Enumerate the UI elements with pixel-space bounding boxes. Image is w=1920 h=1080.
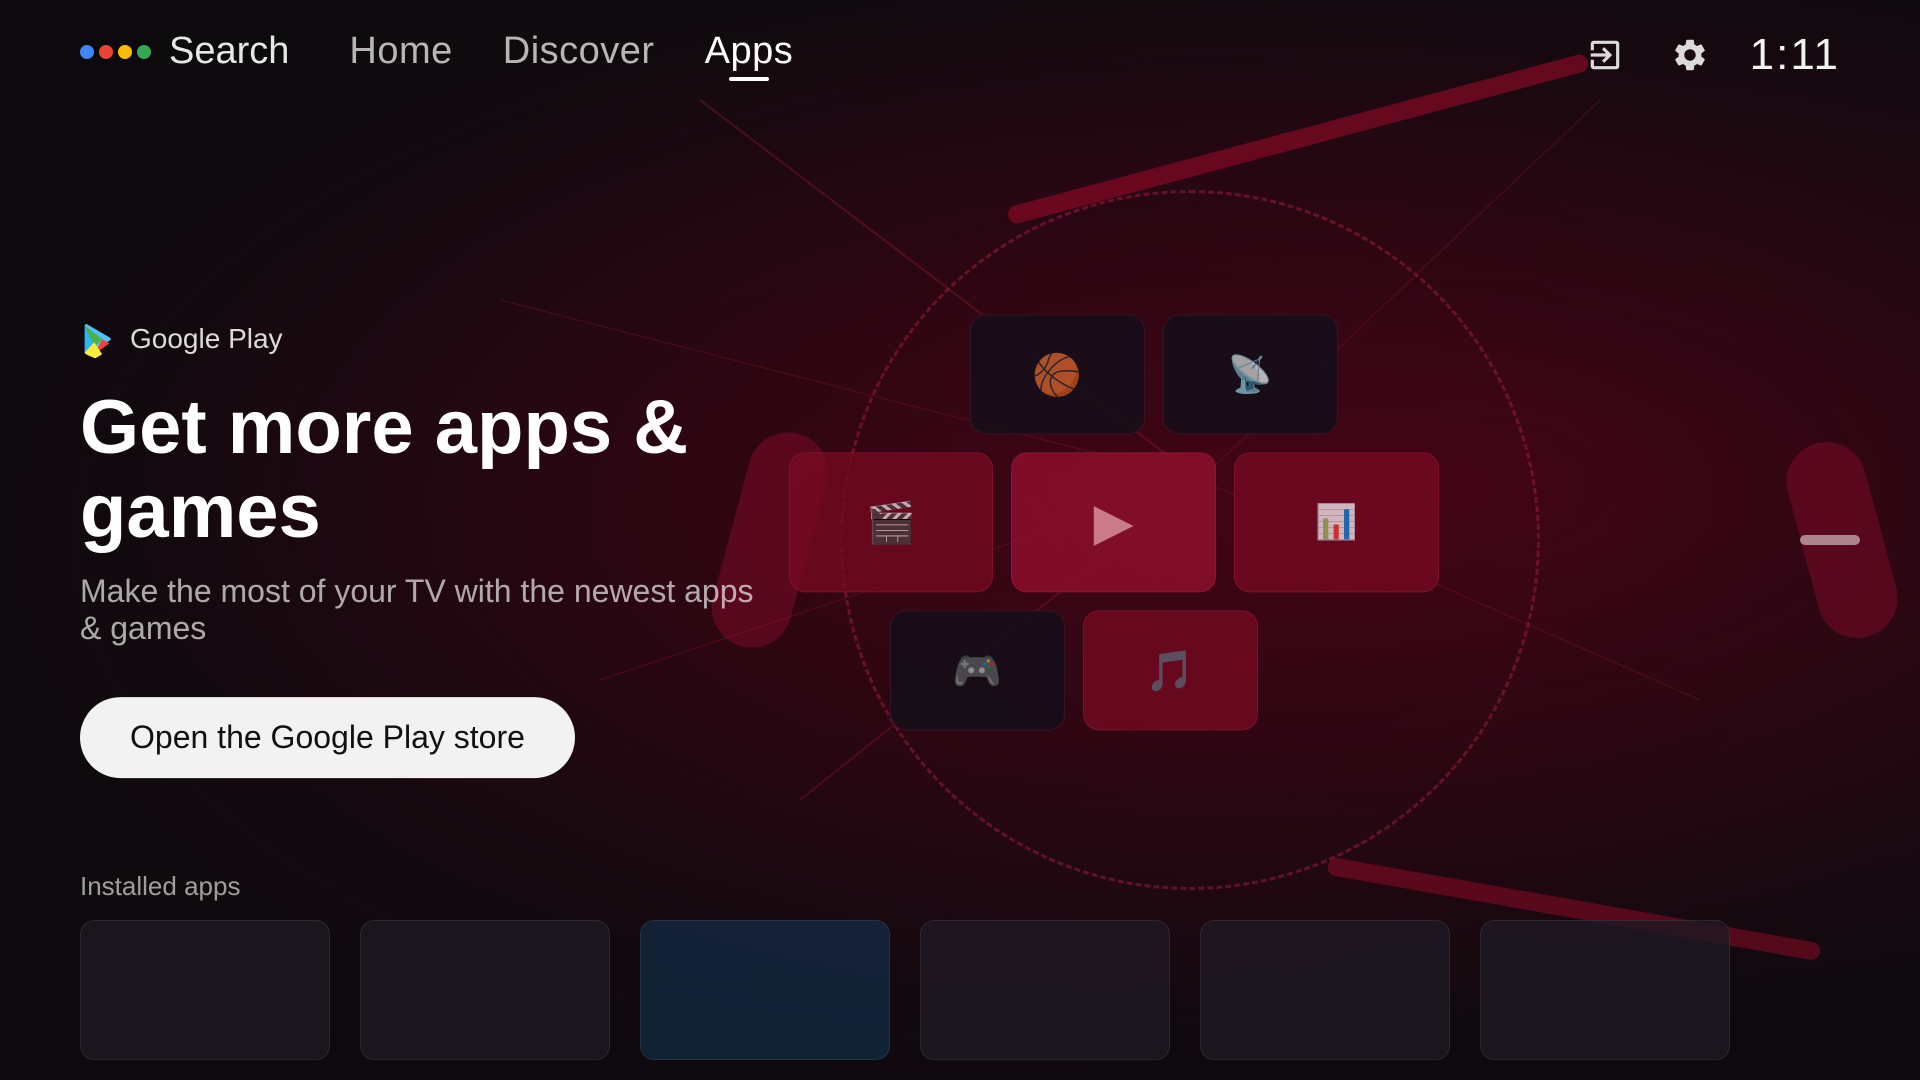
main-content-area: Google Play Get more apps & games Make t… bbox=[80, 320, 780, 778]
installed-app-6[interactable] bbox=[1480, 920, 1730, 1060]
film-icon: 🎬 bbox=[866, 499, 916, 546]
app-tiles-grid: 🏀 📡 🎬 ▶ 📊 🎮 🎵 bbox=[789, 314, 1439, 748]
app-tile-basketball: 🏀 bbox=[970, 314, 1145, 434]
installed-apps-section: Installed apps bbox=[80, 871, 1840, 1080]
google-play-text: Google Play bbox=[130, 323, 283, 355]
app-tile-music: 🎵 bbox=[1083, 610, 1258, 730]
dot-green bbox=[137, 45, 151, 59]
installed-apps-row bbox=[80, 920, 1840, 1060]
google-play-logo bbox=[80, 320, 118, 358]
google-play-badge: Google Play bbox=[80, 320, 780, 358]
nav-discover[interactable]: Discover bbox=[503, 30, 655, 73]
installed-app-3[interactable] bbox=[640, 920, 890, 1060]
top-right-controls: 1:11 bbox=[1580, 30, 1840, 80]
exit-button[interactable] bbox=[1580, 30, 1630, 80]
app-tile-film: 🎬 bbox=[789, 452, 994, 592]
scroll-indicator bbox=[1800, 535, 1860, 545]
settings-button[interactable] bbox=[1665, 30, 1715, 80]
nav-search-label[interactable]: Search bbox=[169, 30, 289, 73]
music-icon: 🎵 bbox=[1145, 647, 1195, 694]
exit-icon bbox=[1586, 36, 1624, 74]
settings-icon bbox=[1671, 36, 1709, 74]
installed-app-2[interactable] bbox=[360, 920, 610, 1060]
app-tile-gamepad: 🎮 bbox=[890, 610, 1065, 730]
nav-apps[interactable]: Apps bbox=[705, 30, 794, 73]
installed-apps-label: Installed apps bbox=[80, 871, 1840, 902]
time-display: 1:11 bbox=[1750, 30, 1840, 80]
installed-app-5[interactable] bbox=[1200, 920, 1450, 1060]
dot-yellow bbox=[118, 45, 132, 59]
installed-app-1[interactable] bbox=[80, 920, 330, 1060]
play-icon: ▶ bbox=[1094, 492, 1134, 552]
main-title: Get more apps & games bbox=[80, 386, 780, 553]
google-dots bbox=[80, 45, 151, 59]
dot-red bbox=[99, 45, 113, 59]
app-tile-radio: 📡 bbox=[1163, 314, 1338, 434]
radio-icon: 📡 bbox=[1228, 353, 1273, 395]
main-subtitle: Make the most of your TV with the newest… bbox=[80, 573, 780, 647]
basketball-icon: 🏀 bbox=[1032, 351, 1082, 398]
google-icon-wrapper[interactable]: Search bbox=[80, 30, 289, 73]
nav-home[interactable]: Home bbox=[349, 30, 452, 73]
open-play-store-button[interactable]: Open the Google Play store bbox=[80, 697, 575, 778]
installed-app-4[interactable] bbox=[920, 920, 1170, 1060]
dot-blue bbox=[80, 45, 94, 59]
app-tile-play: ▶ bbox=[1011, 452, 1216, 592]
audio-wave-icon: 📊 bbox=[1315, 502, 1357, 542]
app-tile-audio: 📊 bbox=[1234, 452, 1439, 592]
gamepad-icon: 🎮 bbox=[952, 647, 1002, 694]
